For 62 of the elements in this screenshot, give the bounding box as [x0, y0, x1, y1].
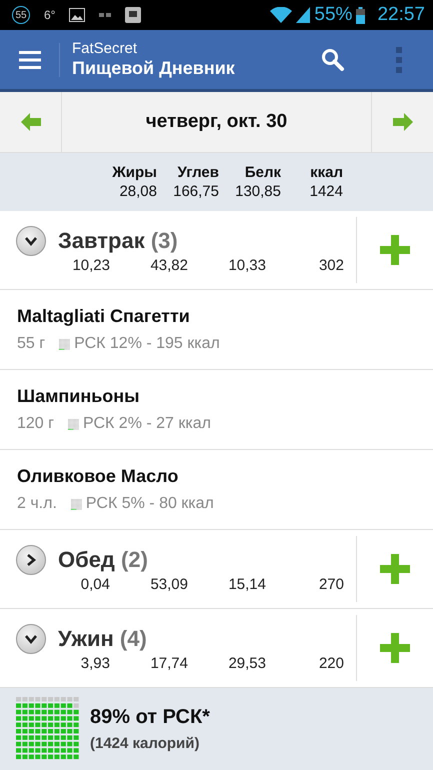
screen-title: Пищевой Дневник	[72, 58, 236, 79]
temperature: 6°	[44, 8, 56, 22]
total-value: 166,75	[173, 183, 219, 200]
meal-value: 53,09	[149, 576, 188, 593]
food-item[interactable]: Maltagliati Спагетти 55 г РСК 12% - 195 ккал	[0, 290, 433, 370]
glasses-icon	[99, 12, 112, 18]
food-item[interactable]: Шампиньоны 120 г РСК 2% - 27 ккал	[0, 370, 433, 450]
column-header: Жиры	[112, 164, 157, 181]
food-name: Оливковое Масло	[17, 466, 180, 487]
search-icon	[321, 48, 345, 72]
right-arrow-icon	[392, 113, 412, 131]
app-name: FatSecret	[72, 40, 138, 57]
meal-name: Завтрак (3)	[58, 228, 178, 254]
food-amount: 55 г	[17, 335, 46, 353]
expand-toggle[interactable]	[16, 545, 46, 575]
food-amount: 2 ч.л.	[17, 495, 57, 513]
plus-icon	[380, 554, 410, 584]
menu-icon	[18, 50, 40, 68]
clock: 22:57	[377, 4, 425, 26]
food-name: Maltagliati Спагетти	[17, 306, 191, 327]
column-header: Углев	[177, 164, 219, 181]
battery-percent: 55%	[314, 4, 352, 26]
meal-value: 3,93	[80, 655, 110, 672]
expand-toggle[interactable]	[16, 624, 46, 654]
notification-badge: 55	[12, 6, 30, 24]
column-header: Белк	[244, 164, 281, 181]
meal-value: 220	[318, 655, 344, 672]
food-amount: 120 г	[17, 415, 54, 433]
total-value: 28,08	[119, 183, 157, 200]
food-name: Шампиньоны	[17, 386, 141, 407]
total-value: 130,85	[235, 183, 281, 200]
meal-value: 17,74	[149, 655, 188, 672]
meal-value: 10,23	[71, 257, 110, 274]
meal-value: 270	[318, 576, 344, 593]
wifi-icon	[270, 7, 292, 23]
grid-icon	[16, 697, 80, 761]
food-rdi: РСК 2% - 27 ккал	[82, 415, 211, 433]
app-icon	[125, 7, 142, 23]
signal-icon	[296, 7, 310, 23]
expand-toggle[interactable]	[16, 226, 46, 256]
meal-name: Обед (2)	[58, 547, 148, 573]
date-label: четверг, окт. 30	[144, 111, 288, 133]
meal-value: 43,82	[149, 257, 188, 274]
summary-subtitle: (1424 калорий)	[90, 735, 200, 752]
meal-value: 0,04	[80, 576, 110, 593]
meal-value: 15,14	[227, 576, 266, 593]
image-icon	[69, 8, 86, 22]
left-arrow-icon	[20, 113, 40, 131]
meal-value: 29,53	[227, 655, 266, 672]
battery-icon	[356, 6, 366, 24]
food-rdi: РСК 12% - 195 ккал	[74, 335, 220, 353]
food-item[interactable]: Оливковое Масло 2 ч.л. РСК 5% - 80 ккал	[0, 450, 433, 530]
more-icon	[396, 46, 402, 72]
plus-icon	[380, 235, 410, 265]
column-header: ккал	[310, 164, 343, 181]
food-rdi: РСК 5% - 80 ккал	[86, 495, 214, 513]
total-value: 1424	[310, 183, 343, 200]
meal-value: 302	[318, 257, 344, 274]
summary-title: 89% от РСК*	[90, 706, 210, 729]
meal-value: 10,33	[227, 257, 266, 274]
meal-name: Ужин (4)	[58, 626, 147, 652]
plus-icon	[380, 633, 410, 663]
